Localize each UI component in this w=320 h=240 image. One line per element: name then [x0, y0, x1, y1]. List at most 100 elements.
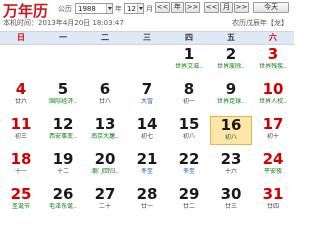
calendar-day[interactable]: 11 初三: [0, 116, 42, 145]
calendar-day[interactable]: 12 西安事变..: [42, 116, 84, 145]
calendar-day[interactable]: 25 圣诞节: [0, 186, 42, 215]
calendar-day[interactable]: 18 十一: [0, 151, 42, 180]
calendar-grid: 1 世界艾滋.. 2 世界废除.. 3 世界残疾.. 4 廿六 5 国际经济.. 6 廿八 7 大雪 8 初一…: [0, 46, 294, 221]
day-number: 1: [183, 45, 195, 63]
lunar-date: 初十: [266, 133, 279, 140]
festival-label: 西安事变..: [49, 133, 77, 140]
day-number: 15: [178, 115, 200, 133]
next-month-button[interactable]: >>: [234, 2, 249, 13]
calendar-day[interactable]: 24 平安夜: [252, 151, 294, 180]
festival-label: 平安夜: [263, 168, 282, 175]
calendar-cell-empty: [42, 46, 84, 75]
month-value: 12: [127, 4, 136, 13]
date-selector: 公历 1988 年 12 月: [58, 2, 153, 15]
festival-label: 世界废除..: [217, 63, 245, 70]
weekday-thu: 四: [185, 33, 193, 42]
day-number: 10: [262, 80, 284, 98]
festival-label: 世界艾滋..: [175, 63, 203, 70]
calendar-day[interactable]: 2 世界废除..: [210, 46, 252, 75]
day-number: 7: [141, 80, 153, 98]
lunar-date: 廿八: [98, 98, 111, 105]
weekday-sat: 六: [269, 33, 277, 42]
festival-label: 毛泽东诞..: [49, 203, 77, 210]
calendar-day[interactable]: 19 十二: [42, 151, 84, 180]
calendar-day[interactable]: 22 冬至: [168, 151, 210, 180]
lunar-date: 廿一: [140, 203, 153, 210]
calendar-day[interactable]: 9 世界足球..: [210, 81, 252, 110]
today-button[interactable]: 今天: [253, 2, 289, 13]
lunar-year: 农历戊辰年【龙】: [232, 19, 288, 27]
day-number: 18: [10, 150, 32, 168]
day-number: 28: [136, 185, 158, 203]
year-button[interactable]: 年: [171, 2, 184, 13]
month-suffix: 月: [146, 4, 153, 13]
lunar-date: 十一: [14, 168, 27, 175]
day-number: 16: [220, 116, 242, 134]
lunar-date: 初七: [140, 133, 153, 140]
calendar-day[interactable]: 5 国际经济..: [42, 81, 84, 110]
lunar-date: 廿二: [182, 203, 195, 210]
calendar-day[interactable]: 8 初一: [168, 81, 210, 110]
day-number: 23: [220, 150, 242, 168]
month-select[interactable]: 12: [124, 3, 144, 14]
calendar-day[interactable]: 13 南京大屠..: [84, 116, 126, 145]
day-number: 9: [225, 80, 237, 98]
calendar-day[interactable]: 6 廿八: [84, 81, 126, 110]
weekday-sun: 日: [17, 33, 25, 42]
calendar-day[interactable]: 23 十六: [210, 151, 252, 180]
info-bar: 本机时间：2013年4月20日 18:03:47 农历戊辰年【龙】: [3, 18, 291, 27]
calendar-day[interactable]: 31 廿四: [252, 186, 294, 215]
day-number: 25: [10, 185, 32, 203]
calendar-day[interactable]: 17 初十: [252, 116, 294, 145]
solar-term-label: 大雪: [140, 98, 153, 105]
lunar-date: 廿六: [14, 98, 27, 105]
prev-year-button[interactable]: <<: [155, 2, 170, 13]
lunar-date: 二十: [98, 203, 111, 210]
calendar-day[interactable]: 21 冬至: [126, 151, 168, 180]
calendar-day-selected[interactable]: 16 初八: [210, 116, 252, 145]
day-number: 30: [220, 185, 242, 203]
calendar-day[interactable]: 1 世界艾滋..: [168, 46, 210, 75]
chevron-down-icon: [106, 4, 112, 13]
lunar-date: 初三: [14, 133, 27, 140]
calendar-day[interactable]: 15 初八: [168, 116, 210, 145]
day-number: 3: [267, 45, 279, 63]
solar-term-label: 冬至: [140, 168, 153, 175]
prev-month-button[interactable]: <<: [204, 2, 219, 13]
year-select[interactable]: 1988: [75, 3, 113, 14]
calendar-cell-empty: [84, 46, 126, 75]
calendar-day[interactable]: 3 世界残疾..: [252, 46, 294, 75]
calendar-day[interactable]: 30 廿三: [210, 186, 252, 215]
calendar-day[interactable]: 26 毛泽东诞..: [42, 186, 84, 215]
month-button[interactable]: 月: [220, 2, 233, 13]
day-number: 26: [52, 185, 74, 203]
weekday-fri: 五: [227, 33, 235, 42]
calendar-day[interactable]: 29 廿二: [168, 186, 210, 215]
weekday-tue: 二: [101, 33, 109, 42]
day-number: 2: [225, 45, 237, 63]
day-number: 5: [57, 80, 69, 98]
calendar-day[interactable]: 4 廿六: [0, 81, 42, 110]
day-number: 27: [94, 185, 116, 203]
year-suffix: 年: [115, 4, 122, 13]
calendar-day[interactable]: 20 澳门回归..: [84, 151, 126, 180]
calendar-day[interactable]: 14 初七: [126, 116, 168, 145]
day-number: 17: [262, 115, 284, 133]
calendar-day[interactable]: 28 廿一: [126, 186, 168, 215]
calendar-day[interactable]: 27 二十: [84, 186, 126, 215]
day-number: 19: [52, 150, 74, 168]
day-number: 22: [178, 150, 200, 168]
next-year-button[interactable]: >>: [185, 2, 200, 13]
weekday-header: 日 一 二 三 四 五 六: [0, 31, 294, 45]
festival-label: 国际经济..: [49, 98, 77, 105]
day-number: 31: [262, 185, 284, 203]
festival-label: 世界足球..: [217, 98, 245, 105]
lunar-date: 十六: [224, 168, 237, 175]
day-number: 11: [10, 115, 32, 133]
calendar-day[interactable]: 10 世界人权..: [252, 81, 294, 110]
lunar-date: 初八: [224, 134, 237, 141]
calendar-day[interactable]: 7 大雪: [126, 81, 168, 110]
lunar-date: 廿三: [224, 203, 237, 210]
local-time: 本机时间：2013年4月20日 18:03:47: [3, 19, 124, 27]
day-number: 6: [99, 80, 111, 98]
